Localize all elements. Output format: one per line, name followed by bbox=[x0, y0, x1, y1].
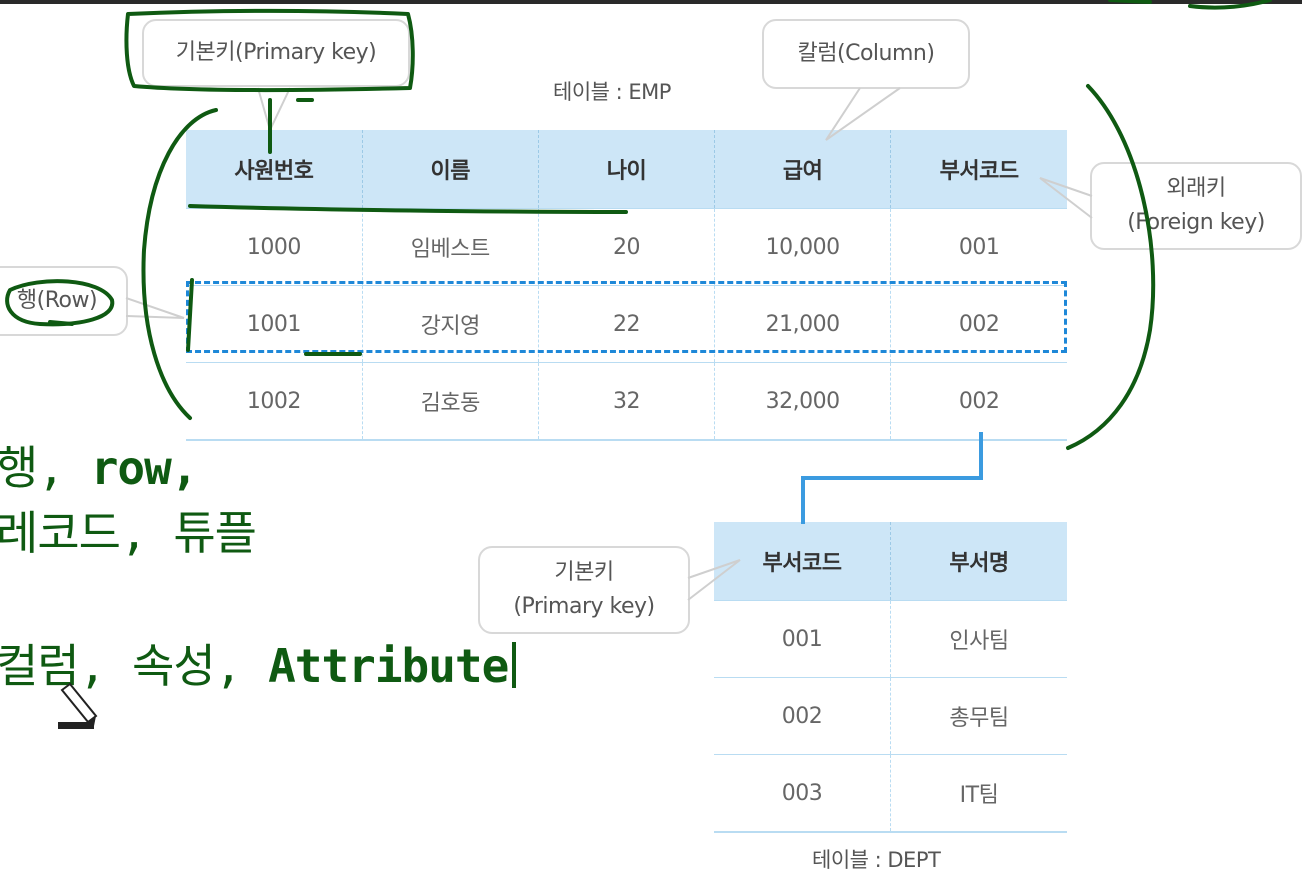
ink-right-bracket bbox=[1066, 84, 1156, 450]
row-pointer bbox=[125, 297, 185, 319]
emp-header-cell: 급여 bbox=[714, 130, 891, 209]
hand-row-term-ko: 행, bbox=[0, 441, 91, 495]
table-cell: 김호동 bbox=[361, 362, 539, 441]
handwritten-record-terms: 레코드, 튜플 bbox=[0, 497, 257, 563]
table-row: 003 IT팀 bbox=[714, 754, 1067, 833]
table-cell: 1000 bbox=[186, 208, 363, 286]
row-callout: 행(Row) bbox=[0, 266, 128, 336]
table-relation-connector bbox=[801, 432, 983, 524]
foreign-key-callout: 외래키 (Foreign key) bbox=[1090, 162, 1302, 250]
dept-header-cell: 부서명 bbox=[890, 522, 1067, 601]
dept-primary-key-callout-line1: 기본키 bbox=[554, 560, 614, 585]
hand-column-term-ko: 컬럼, 속성, bbox=[0, 639, 269, 693]
table-cell: 001 bbox=[714, 600, 891, 678]
table-cell: 20 bbox=[537, 208, 715, 286]
table-cell: 002 bbox=[890, 362, 1067, 441]
handwritten-row-terms: 행, row, bbox=[0, 432, 198, 498]
emp-table-caption: 테이블 : EMP bbox=[553, 80, 671, 104]
primary-key-callout: 기본키(Primary key) bbox=[142, 19, 410, 87]
table-row: 001 인사팀 bbox=[714, 600, 1067, 678]
foreign-key-callout-line1: 외래키 bbox=[1166, 176, 1226, 201]
text-cursor bbox=[512, 642, 517, 688]
emp-header-cell: 부서코드 bbox=[890, 130, 1067, 209]
emp-header-row: 사원번호 이름 나이 급여 부서코드 bbox=[186, 130, 1067, 209]
dept-primary-key-callout-line2: (Primary key) bbox=[513, 594, 655, 619]
table-cell: 001 bbox=[890, 208, 1067, 286]
table-row: 1000 임베스트 20 10,000 001 bbox=[186, 208, 1067, 286]
dept-header-row: 부서코드 부서명 bbox=[714, 522, 1067, 601]
table-cell: 32,000 bbox=[714, 362, 891, 441]
emp-header-cell: 이름 bbox=[361, 130, 539, 209]
table-cell: 임베스트 bbox=[361, 208, 539, 286]
table-cell: 총무팀 bbox=[890, 677, 1067, 755]
dept-table: 부서코드 부서명 001 인사팀 002 총무팀 003 IT팀 bbox=[714, 522, 1067, 833]
table-row: 002 총무팀 bbox=[714, 677, 1067, 755]
column-callout-label: 칼럼(Column) bbox=[797, 41, 935, 66]
hand-record-term: 레코드, 튜플 bbox=[0, 506, 257, 560]
primary-key-pointer bbox=[257, 87, 291, 133]
row-highlight-box bbox=[186, 281, 1067, 353]
table-row: 1002 김호동 32 32,000 002 bbox=[186, 362, 1067, 441]
foreign-key-callout-line2: (Foreign key) bbox=[1127, 210, 1265, 235]
hand-column-term-en: Attribute bbox=[268, 639, 509, 693]
emp-header-cell: 나이 bbox=[537, 130, 715, 209]
primary-key-callout-label: 기본키(Primary key) bbox=[175, 40, 377, 65]
table-cell: 1002 bbox=[186, 362, 363, 441]
handwritten-column-terms: 컬럼, 속성, Attribute bbox=[0, 630, 517, 696]
emp-header-cell: 사원번호 bbox=[186, 130, 363, 209]
table-cell: IT팀 bbox=[890, 754, 1067, 833]
top-border bbox=[0, 0, 1302, 4]
table-cell: 003 bbox=[714, 754, 891, 833]
hand-row-term-en: row, bbox=[90, 441, 199, 495]
dept-header-cell: 부서코드 bbox=[714, 522, 891, 601]
dept-table-caption: 테이블 : DEPT bbox=[812, 848, 941, 872]
table-cell: 32 bbox=[537, 362, 715, 441]
column-callout: 칼럼(Column) bbox=[762, 19, 970, 89]
row-callout-label: 행(Row) bbox=[16, 288, 98, 313]
table-cell: 10,000 bbox=[714, 208, 891, 286]
table-cell: 인사팀 bbox=[890, 600, 1067, 678]
table-cell: 002 bbox=[714, 677, 891, 755]
dept-primary-key-callout: 기본키 (Primary key) bbox=[478, 546, 690, 634]
